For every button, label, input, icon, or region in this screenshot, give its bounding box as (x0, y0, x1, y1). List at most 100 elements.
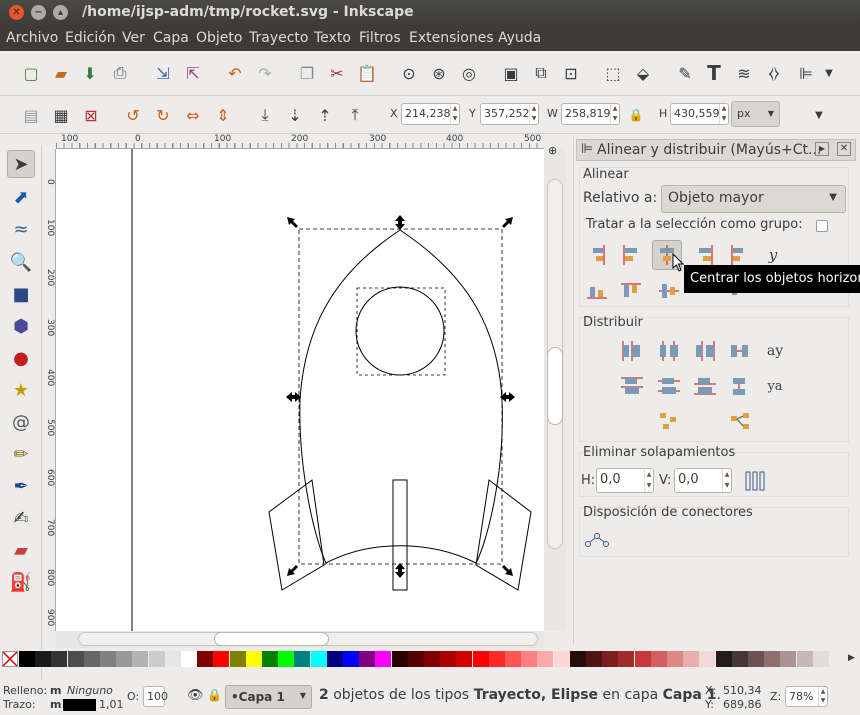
ungroup-icon[interactable]: ⬙ (632, 62, 654, 84)
color-swatch[interactable] (812, 651, 829, 667)
color-swatch[interactable] (424, 651, 440, 667)
rectangle-tool-icon[interactable]: ■ (7, 280, 35, 308)
color-swatch[interactable] (618, 651, 635, 667)
color-swatch[interactable] (764, 651, 781, 667)
distribute-centers-h-icon[interactable] (656, 338, 682, 364)
raise-to-top-icon[interactable]: ⤒ (344, 104, 366, 126)
unlink-clone-icon[interactable]: ⊡ (560, 62, 582, 84)
remove-overlaps-icon[interactable] (742, 468, 768, 494)
stroke-width[interactable]: 1,01 (99, 698, 124, 711)
scale-handle-ne[interactable] (502, 217, 513, 228)
iconify-dock-icon[interactable]: ▶ (815, 142, 829, 156)
save-file-icon[interactable]: ⬇ (79, 62, 101, 84)
node-tool-icon[interactable]: ⬈ (7, 183, 35, 211)
randomize-positions-icon[interactable] (656, 408, 682, 434)
color-swatch[interactable] (116, 651, 133, 667)
scale-handle-se[interactable] (502, 565, 513, 576)
align-left-edges-icon[interactable] (618, 242, 644, 268)
paste-icon[interactable]: 📋 (356, 62, 378, 84)
color-swatch[interactable] (521, 651, 538, 667)
menu-edicion[interactable]: Edición (65, 30, 116, 46)
maximize-window-button[interactable]: ▴ (53, 5, 68, 20)
color-swatch[interactable] (553, 651, 570, 667)
overlap-v-field[interactable]: 0,0 ▲ ▼ (674, 468, 732, 493)
fill-value[interactable]: Ninguno (67, 684, 113, 697)
color-swatch[interactable] (326, 651, 343, 667)
menu-archivo[interactable]: Archivo (6, 30, 58, 46)
color-swatch[interactable] (132, 651, 149, 667)
eraser-tool-icon[interactable]: ▰ (7, 536, 35, 564)
distribute-top-edges-icon[interactable] (619, 373, 645, 399)
color-swatch[interactable] (634, 651, 651, 667)
color-swatch[interactable] (391, 651, 408, 667)
w-field[interactable]: 258,819 ▲ ▼ (561, 103, 620, 125)
zoom-drawing-icon[interactable]: ⊛ (428, 62, 450, 84)
color-swatch[interactable] (343, 651, 359, 667)
color-swatch[interactable] (407, 651, 424, 667)
color-swatch[interactable] (602, 651, 619, 667)
close-dock-icon[interactable]: ✕ (837, 142, 851, 156)
color-swatch[interactable] (683, 651, 700, 667)
distribute-gaps-v-icon[interactable] (727, 373, 753, 399)
group-icon[interactable]: ⬚ (602, 62, 624, 84)
zoom-field[interactable]: 78% ▲ ▼ (785, 686, 828, 707)
color-swatch[interactable] (229, 651, 246, 667)
color-swatch[interactable] (19, 651, 35, 667)
color-swatch[interactable] (83, 651, 100, 667)
lower-icon[interactable]: ⇣ (284, 104, 306, 126)
color-swatch[interactable] (310, 651, 327, 667)
selector-tool-icon[interactable]: ➤ (7, 150, 35, 178)
y-field[interactable]: 357,252 ▲ ▼ (480, 103, 539, 125)
tweak-tool-icon[interactable]: ≈ (7, 215, 35, 243)
flip-horizontal-icon[interactable]: ⇔ (182, 104, 204, 126)
distribute-bottom-edges-icon[interactable] (692, 373, 718, 399)
menu-objeto[interactable]: Objeto (196, 30, 242, 46)
center-vertical-icon[interactable] (656, 278, 682, 304)
selection-handles[interactable] (286, 215, 515, 578)
distribute-left-edges-icon[interactable] (619, 338, 645, 364)
flip-vertical-icon[interactable]: ⇕ (212, 104, 234, 126)
menu-extensiones[interactable]: Extensiones (409, 30, 494, 46)
pencil-tool-icon[interactable]: ✏ (7, 440, 35, 468)
color-swatch[interactable] (780, 651, 797, 667)
menu-ayuda[interactable]: Ayuda (498, 30, 541, 46)
print-icon[interactable]: ⎙ (109, 62, 131, 84)
color-swatch[interactable] (748, 651, 764, 667)
lower-to-bottom-icon[interactable]: ⤓ (254, 104, 276, 126)
new-document-icon[interactable]: ▢ (20, 62, 42, 84)
undo-icon[interactable]: ↶ (224, 62, 246, 84)
vertical-scroll-thumb[interactable] (547, 347, 563, 425)
color-swatch[interactable] (796, 651, 813, 667)
duplicate-icon[interactable]: ▣ (500, 62, 522, 84)
lock-icon[interactable]: 🔒 (625, 104, 647, 126)
menu-filtros[interactable]: Filtros (359, 30, 401, 46)
drawing-canvas[interactable] (56, 149, 544, 631)
fill-stroke-icon[interactable]: ✎ (674, 62, 696, 84)
color-swatch[interactable] (472, 651, 489, 667)
toolbar-overflow-icon[interactable]: ▼ (818, 62, 840, 84)
color-swatch[interactable] (440, 651, 457, 667)
unit-select[interactable]: px ▼ (731, 101, 780, 127)
close-window-button[interactable]: ✕ (9, 5, 24, 20)
color-swatch[interactable] (100, 651, 116, 667)
color-swatch[interactable] (67, 651, 84, 667)
rocket-body[interactable] (299, 229, 503, 564)
layer-select[interactable]: •Capa 1 ▼ (225, 685, 312, 709)
h-field[interactable]: 430,559 ▲ ▼ (670, 103, 729, 125)
relative-select[interactable]: Objeto mayor ▼ (661, 185, 846, 213)
color-swatch[interactable] (505, 651, 521, 667)
xml-editor-icon[interactable]: ⧼⧽ (763, 62, 785, 84)
scale-handle-nw[interactable] (287, 217, 298, 228)
color-swatch[interactable] (699, 651, 716, 667)
rotate-ccw-icon[interactable]: ↺ (122, 104, 144, 126)
color-swatch[interactable] (197, 651, 214, 667)
vertical-scrollbar[interactable]: ⊕ (544, 144, 566, 631)
select-all-icon[interactable]: ▤ (20, 104, 42, 126)
color-swatch[interactable] (294, 651, 311, 667)
arrange-connectors-icon[interactable] (584, 527, 610, 553)
raise-icon[interactable]: ⇡ (314, 104, 336, 126)
opacity-field[interactable]: 100 (143, 686, 168, 707)
paint-bucket-tool-icon[interactable]: ⛽ (7, 568, 35, 596)
snap-toggle-icon[interactable]: ⊕ (548, 144, 557, 157)
ellipse-tool-icon[interactable]: ● (7, 344, 35, 372)
